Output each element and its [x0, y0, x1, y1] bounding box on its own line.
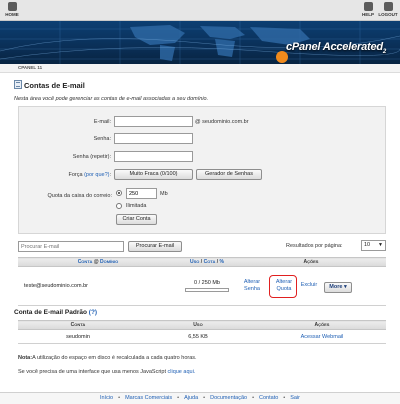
strength-why-link[interactable]: (por que?)	[84, 172, 109, 178]
brand-version: 2	[382, 49, 387, 56]
password-generator-button[interactable]: Gerador de Senhas	[196, 169, 262, 180]
chevron-down-icon: ▼	[378, 242, 383, 248]
domain-suffix: @ seudominio.com.br	[195, 119, 249, 125]
header-usage[interactable]: Uso / Cota / %	[178, 257, 236, 267]
disk-usage-note: Nota:A utilização do espaço em disco é r…	[18, 355, 197, 361]
access-webmail-link[interactable]: Acessar Webmail	[301, 334, 344, 340]
default-account-usage: 6,55 KB	[138, 329, 258, 344]
low-js-interface-link[interactable]: clique aqui.	[168, 369, 196, 375]
footer-nav: Início • Marcas Comerciais • Ajuda • Documenta…	[0, 392, 400, 404]
per-page-value: 10	[364, 242, 371, 248]
footer-separator: •	[118, 395, 121, 401]
header-sep2: /	[216, 259, 219, 265]
page-title: Contas de E-mail	[24, 81, 85, 90]
footer-separator: •	[203, 395, 206, 401]
footer-separator: •	[177, 395, 180, 401]
footer-separator: •	[252, 395, 255, 401]
per-page-label: Resultados por página:	[286, 243, 343, 249]
header-default-actions: Ações	[258, 320, 386, 330]
create-account-button[interactable]: Criar Conta	[116, 214, 157, 225]
header-actions: Ações	[236, 257, 386, 267]
password-repeat-input[interactable]	[114, 151, 193, 162]
password-strength-meter: Muito Fraca (0/100)	[114, 169, 193, 180]
change-password-link[interactable]: Alterar Senha	[236, 279, 268, 293]
usage-cell: 0 / 250 Mb	[178, 266, 236, 306]
more-actions-button[interactable]: More ▾	[324, 282, 352, 293]
email-input[interactable]	[114, 116, 193, 127]
brand-logo: cPanel Accelerated2	[286, 41, 386, 55]
mail-accounts-icon	[14, 80, 22, 89]
cpanel-banner: cPanel Accelerated2	[0, 21, 400, 64]
account-email: teste@seudominio.com.br	[18, 266, 178, 306]
change-quota-link[interactable]: Alterar Quota	[270, 279, 298, 293]
quota-unit: Mb	[160, 191, 168, 197]
header-sep1: /	[200, 259, 203, 265]
quota-input[interactable]	[126, 188, 157, 199]
footer-separator: •	[283, 395, 286, 401]
sort-usage-link[interactable]: Uso	[190, 259, 199, 265]
default-account-title: Conta de E-mail Padrão	[14, 309, 87, 316]
footer-contact-link[interactable]: Contato	[259, 395, 278, 401]
help-icon	[363, 2, 373, 11]
footer-help-link[interactable]: Ajuda	[184, 395, 198, 401]
header-default-account: Conta	[18, 320, 138, 330]
email-accounts-table: Conta @ Domínio Uso / Cota / % Ações tes…	[18, 257, 386, 306]
usage-meter	[185, 288, 229, 292]
quota-limited-radio[interactable]	[116, 190, 122, 196]
create-account-form: E-mail: @ seudominio.com.br Senha: Senha…	[18, 106, 386, 234]
quota-unlimited-radio[interactable]	[116, 203, 122, 209]
password-repeat-label: Senha (repetir):	[72, 154, 111, 160]
table-row: seudomin 6,55 KB Acessar Webmail	[18, 329, 386, 344]
footer-docs-link[interactable]: Documentação	[210, 395, 247, 401]
breadcrumb-bar: CPANEL 11	[0, 64, 400, 73]
usage-text: 0 / 250 Mb	[194, 280, 220, 286]
search-email-input[interactable]	[18, 241, 124, 252]
logout-label: LOGOUT	[378, 12, 398, 17]
password-input[interactable]	[114, 133, 193, 144]
delete-account-link[interactable]: Excluir	[300, 282, 318, 289]
page-intro: Nesta área você pode gerenciar as contas…	[14, 96, 209, 102]
home-icon	[7, 2, 17, 11]
strength-colon: :	[109, 172, 111, 178]
logout-icon	[383, 2, 393, 11]
strength-label: Força	[68, 172, 83, 178]
help-label: HELP	[361, 12, 374, 17]
default-account-name: seudomin	[18, 329, 138, 344]
sort-account-link[interactable]: Conta	[78, 259, 93, 265]
quota-label: Quota da caixa do correio:	[47, 193, 112, 199]
search-email-button[interactable]: Procurar E-mail	[128, 241, 182, 252]
sort-percent-link[interactable]: %	[220, 259, 224, 265]
javascript-note: Se você precisa de uma interface que usa…	[18, 369, 195, 375]
footer-logout-link[interactable]: Sair	[290, 395, 300, 401]
js-note-text: Se você precisa de uma interface que usa…	[18, 369, 166, 375]
footer-home-link[interactable]: Início	[100, 395, 113, 401]
breadcrumb[interactable]: CPANEL 11	[18, 65, 42, 70]
actions-cell: Alterar Senha Alterar Quota Excluir More…	[236, 266, 386, 306]
note-label: Nota:	[18, 355, 33, 361]
per-page-select[interactable]: 10 ▼	[361, 240, 386, 251]
default-account-title-group: Conta de E-mail Padrão (?)	[14, 309, 97, 316]
sort-quota-link[interactable]: Cota	[204, 259, 216, 265]
password-label: Senha:	[93, 136, 111, 142]
strength-label-group: Força (por que?):	[39, 172, 111, 178]
default-account-table: Conta Uso Ações seudomin 6,55 KB Acessar…	[18, 320, 386, 344]
unlimited-label: Ilimitada	[126, 203, 147, 209]
email-label: E-mail:	[93, 119, 111, 125]
table-row: teste@seudominio.com.br 0 / 250 Mb Alter…	[18, 266, 386, 306]
note-text: A utilização do espaço em disco é recalc…	[32, 355, 197, 361]
header-default-usage: Uso	[138, 320, 258, 330]
header-account[interactable]: Conta @ Domínio	[18, 257, 178, 267]
logout-link[interactable]: LOGOUT	[378, 2, 398, 17]
top-toolbar: HOME HELP LOGOUT	[0, 0, 400, 21]
sort-domain-link[interactable]: Domínio	[100, 259, 118, 265]
home-link[interactable]: HOME	[2, 2, 22, 17]
brand-name: cPanel Accelerated	[286, 41, 383, 53]
default-account-help-link[interactable]: (?)	[89, 309, 97, 316]
home-label: HOME	[5, 12, 19, 17]
footer-trademarks-link[interactable]: Marcas Comerciais	[125, 395, 172, 401]
header-at: @	[93, 259, 99, 265]
help-link[interactable]: HELP	[358, 2, 378, 17]
